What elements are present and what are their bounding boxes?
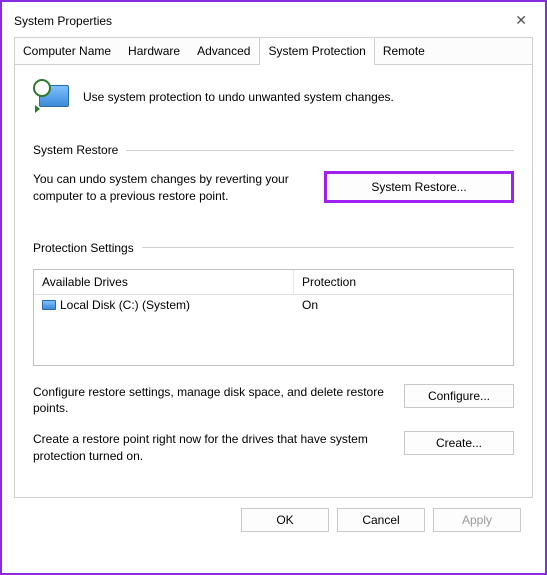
intro-text: Use system protection to undo unwanted s… xyxy=(83,90,394,104)
ok-button[interactable]: OK xyxy=(241,508,329,532)
drive-protection: On xyxy=(302,298,505,312)
configure-button[interactable]: Configure... xyxy=(404,384,514,408)
divider-line xyxy=(142,247,514,248)
protection-settings-heading: Protection Settings xyxy=(33,241,134,255)
create-text: Create a restore point right now for the… xyxy=(33,431,384,465)
close-icon[interactable]: ✕ xyxy=(509,10,533,31)
tab-system-protection[interactable]: System Protection xyxy=(259,37,374,65)
create-button[interactable]: Create... xyxy=(404,431,514,455)
apply-button[interactable]: Apply xyxy=(433,508,521,532)
drive-name: Local Disk (C:) (System) xyxy=(60,298,190,312)
window-title: System Properties xyxy=(14,14,112,28)
tab-advanced[interactable]: Advanced xyxy=(189,38,259,64)
system-restore-row: You can undo system changes by reverting… xyxy=(33,171,514,205)
divider-line xyxy=(126,150,514,151)
configure-row: Configure restore settings, manage disk … xyxy=(33,384,514,418)
drives-header-protection[interactable]: Protection xyxy=(294,270,513,294)
titlebar: System Properties ✕ xyxy=(2,2,545,37)
tab-panel-system-protection: Use system protection to undo unwanted s… xyxy=(15,65,532,497)
drives-table-header: Available Drives Protection xyxy=(34,270,513,295)
tab-computer-name[interactable]: Computer Name xyxy=(15,38,120,64)
tab-remote[interactable]: Remote xyxy=(375,38,434,64)
drives-table-body: Local Disk (C:) (System) On xyxy=(34,295,513,365)
tabs-container: Computer Name Hardware Advanced System P… xyxy=(14,37,533,498)
drives-header-available[interactable]: Available Drives xyxy=(34,270,294,294)
dialog-button-row: OK Cancel Apply xyxy=(14,498,533,532)
system-restore-heading: System Restore xyxy=(33,143,118,157)
cancel-button[interactable]: Cancel xyxy=(337,508,425,532)
tab-strip: Computer Name Hardware Advanced System P… xyxy=(15,38,532,65)
system-restore-button[interactable]: System Restore... xyxy=(324,171,514,203)
system-restore-icon xyxy=(33,79,69,115)
create-row: Create a restore point right now for the… xyxy=(33,431,514,465)
protection-settings-section-header: Protection Settings xyxy=(33,241,514,255)
content-area: Computer Name Hardware Advanced System P… xyxy=(2,37,545,544)
system-restore-section-header: System Restore xyxy=(33,143,514,157)
intro-row: Use system protection to undo unwanted s… xyxy=(33,79,514,115)
drive-icon xyxy=(42,300,56,310)
configure-text: Configure restore settings, manage disk … xyxy=(33,384,384,418)
system-restore-text: You can undo system changes by reverting… xyxy=(33,171,304,205)
table-row[interactable]: Local Disk (C:) (System) On xyxy=(34,295,513,315)
tab-hardware[interactable]: Hardware xyxy=(120,38,189,64)
drives-table: Available Drives Protection Local Disk (… xyxy=(33,269,514,366)
